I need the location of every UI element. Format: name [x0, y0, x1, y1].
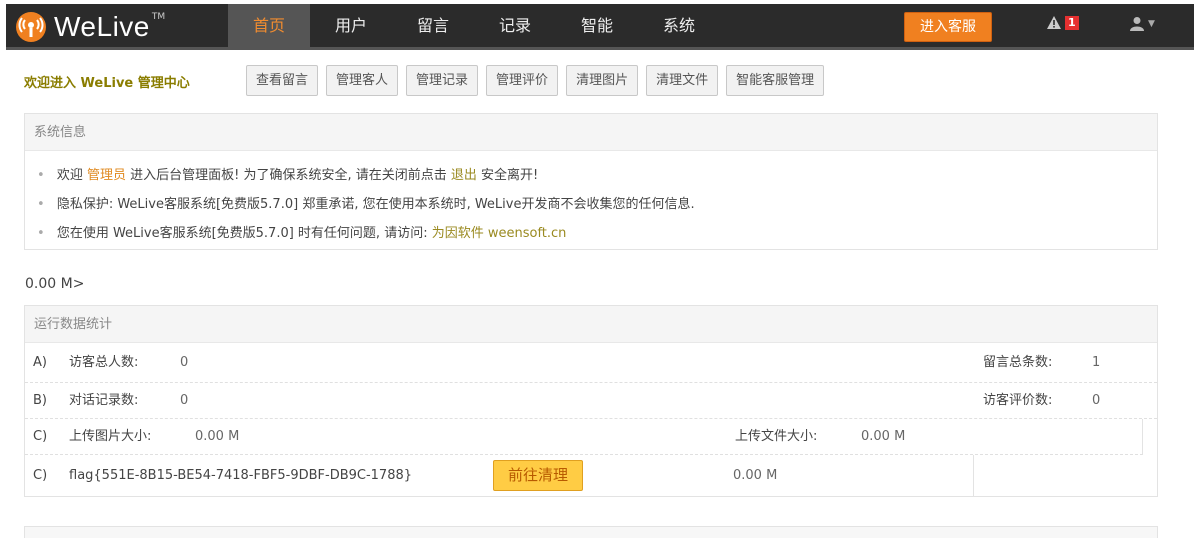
table-row: B) 对话记录数: 0 访客评价数: 0: [25, 383, 1157, 419]
bullet: •: [37, 168, 45, 183]
manage-records-button[interactable]: 管理记录: [406, 65, 479, 96]
bottom-panel: [24, 526, 1158, 538]
table-row: C) flag{551E-8B15-BE54-7418-FBF5-9DBF-DB…: [25, 455, 1157, 496]
brand-tm: TM: [151, 12, 166, 22]
list-item: • 您在使用 WeLive客服系统[免费版5.7.0] 时有任何问题, 请访问:…: [37, 226, 567, 241]
main-nav: 首页 用户 留言 记录 智能 系统: [228, 4, 720, 50]
system-info-panel: 系统信息 • 欢迎 管理员 进入后台管理面板! 为了确保系统安全, 请在关闭前点…: [24, 113, 1158, 250]
logout-link[interactable]: 退出: [451, 168, 477, 183]
list-item: • 隐私保护: WeLive客服系统[免费版5.7.0] 郑重承诺, 您在使用本…: [37, 197, 695, 212]
top-nav-bar: WeLive TM 首页 用户 留言 记录 智能 系统 进入客服 1 ▼: [6, 4, 1194, 50]
go-clean-button[interactable]: 前往清理: [493, 460, 583, 491]
chevron-down-icon: ▼: [1148, 18, 1155, 29]
broadcast-icon: [16, 12, 46, 42]
list-item: • 欢迎 管理员 进入后台管理面板! 为了确保系统安全, 请在关闭前点击 退出 …: [37, 168, 539, 183]
alert-indicator[interactable]: 1: [1046, 15, 1079, 30]
divider: [973, 455, 974, 496]
brand-name: WeLive: [54, 11, 150, 42]
smart-service-button[interactable]: 智能客服管理: [726, 65, 825, 96]
alert-count-badge: 1: [1065, 15, 1079, 30]
user-menu[interactable]: ▼: [1130, 16, 1155, 31]
view-messages-button[interactable]: 查看留言: [246, 65, 319, 96]
manage-guests-button[interactable]: 管理客人: [326, 65, 399, 96]
welcome-text: 欢迎进入 WeLive 管理中心: [24, 76, 190, 91]
nav-item-users[interactable]: 用户: [310, 4, 392, 50]
storage-text: 0.00 M>: [25, 276, 85, 292]
nav-item-home[interactable]: 首页: [228, 4, 310, 50]
bullet: •: [37, 197, 45, 212]
nav-item-records[interactable]: 记录: [474, 4, 556, 50]
enter-service-button[interactable]: 进入客服: [904, 12, 992, 42]
clean-images-button[interactable]: 清理图片: [566, 65, 639, 96]
nav-item-smart[interactable]: 智能: [556, 4, 638, 50]
system-info-title: 系统信息: [25, 114, 1157, 151]
user-icon: [1130, 17, 1144, 31]
weensoft-link[interactable]: 为因软件 weensoft.cn: [432, 226, 567, 241]
table-row: C) 上传图片大小: 0.00 M 上传文件大小: 0.00 M: [25, 419, 1143, 455]
quick-links: 查看留言 管理客人 管理记录 管理评价 清理图片 清理文件 智能客服管理: [246, 65, 825, 96]
table-row: A) 访客总人数: 0 留言总条数: 1: [25, 343, 1157, 383]
brand-logo[interactable]: WeLive TM: [14, 8, 165, 46]
bullet: •: [37, 226, 45, 241]
nav-item-messages[interactable]: 留言: [392, 4, 474, 50]
manage-ratings-button[interactable]: 管理评价: [486, 65, 559, 96]
admin-link[interactable]: 管理员: [87, 168, 126, 183]
clean-files-button[interactable]: 清理文件: [646, 65, 719, 96]
warning-icon: [1047, 16, 1061, 29]
system-info-list: • 欢迎 管理员 进入后台管理面板! 为了确保系统安全, 请在关闭前点击 退出 …: [25, 151, 1157, 248]
stats-title: 运行数据统计: [25, 306, 1157, 343]
flag-text: flag{551E-8B15-BE54-7418-FBF5-9DBF-DB9C-…: [69, 468, 413, 483]
stats-panel: 运行数据统计 A) 访客总人数: 0 留言总条数: 1 B) 对话记录数: 0 …: [24, 305, 1158, 497]
nav-item-system[interactable]: 系统: [638, 4, 720, 50]
